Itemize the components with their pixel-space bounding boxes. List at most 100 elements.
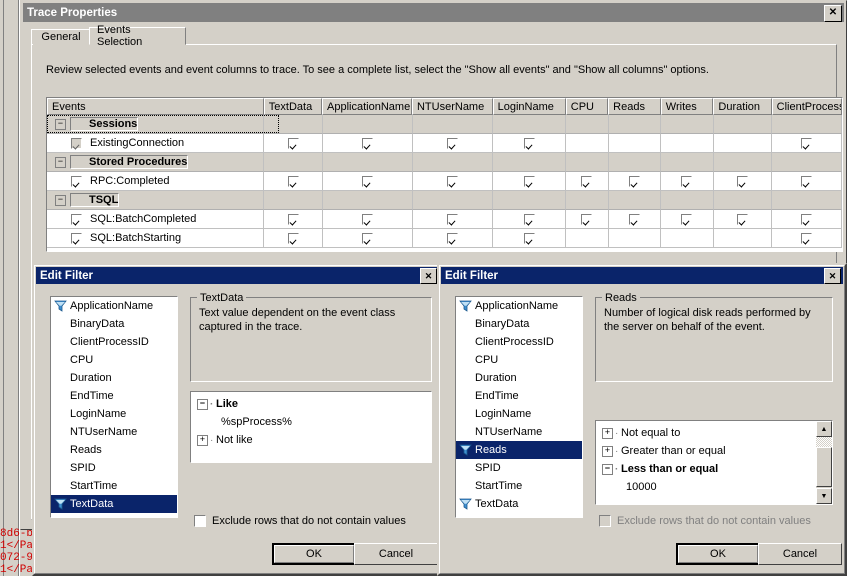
column-enabled-checkbox[interactable] [681, 175, 693, 187]
event-enabled-checkbox[interactable] [71, 175, 82, 187]
event-name-cell[interactable]: ExistingConnection [47, 134, 265, 153]
expand-icon[interactable]: + [602, 427, 613, 439]
expand-icon[interactable]: + [197, 434, 208, 446]
column-list-item-duration[interactable]: Duration [51, 369, 177, 387]
column-enabled-checkbox[interactable] [287, 175, 299, 187]
column-list-item-loginname[interactable]: LoginName [456, 405, 582, 423]
close-icon[interactable]: ✕ [824, 4, 842, 22]
event-column-cell[interactable] [608, 134, 662, 153]
event-enabled-checkbox[interactable] [71, 232, 82, 244]
expander-collapse-icon[interactable]: − [55, 118, 66, 130]
column-list-item-applicationname[interactable]: ApplicationName [456, 297, 582, 315]
tree-scrollbar-right[interactable]: ▲ ▼ [816, 421, 832, 504]
column-list-right[interactable]: ApplicationName BinaryData ClientProcessID… [455, 296, 583, 518]
close-icon[interactable]: ✕ [824, 268, 841, 284]
event-column-cell[interactable] [771, 134, 842, 153]
column-enabled-checkbox[interactable] [800, 137, 812, 149]
column-enabled-checkbox[interactable] [446, 213, 458, 225]
column-list-item-starttime[interactable]: StartTime [51, 477, 177, 495]
column-list-item-loginname[interactable]: LoginName [51, 405, 177, 423]
event-column-cell[interactable] [771, 172, 842, 191]
event-column-cell[interactable] [493, 172, 567, 191]
event-column-cell[interactable] [713, 210, 772, 229]
tab-events-selection[interactable]: Events Selection [89, 24, 186, 48]
event-column-cell[interactable] [264, 210, 323, 229]
grid-column-header-loginname[interactable]: LoginName [492, 98, 566, 115]
event-column-cell[interactable] [608, 229, 662, 248]
column-enabled-checkbox[interactable] [287, 232, 299, 244]
tab-general[interactable]: General [31, 29, 91, 45]
event-column-cell[interactable] [566, 134, 609, 153]
event-name-cell[interactable]: − Sessions [47, 115, 265, 134]
column-list-item-applicationname[interactable]: ApplicationName [51, 297, 177, 315]
tree-node-operator[interactable]: − · Less than or equal [596, 460, 832, 478]
event-column-cell[interactable] [322, 172, 413, 191]
collapse-icon[interactable]: − [197, 398, 208, 410]
column-list-item-writes[interactable]: Writes [456, 513, 582, 517]
filter-condition-tree-right[interactable]: + · Not equal to + · Greater than or equal − · L… [595, 420, 833, 505]
column-enabled-checkbox[interactable] [287, 213, 299, 225]
column-list-item-clientprocessid[interactable]: ClientProcessID [51, 333, 177, 351]
column-list-item-endtime[interactable]: EndTime [456, 387, 582, 405]
column-list-item-textdata[interactable]: TextData [456, 495, 582, 513]
event-column-cell[interactable] [713, 229, 772, 248]
event-column-cell[interactable] [608, 172, 662, 191]
event-name-cell[interactable]: RPC:Completed [47, 172, 265, 191]
event-name-cell[interactable]: SQL:BatchCompleted [47, 210, 265, 229]
event-column-cell[interactable] [412, 229, 494, 248]
expand-icon[interactable]: + [602, 445, 613, 457]
event-column-cell[interactable] [566, 229, 609, 248]
expander-collapse-icon[interactable]: − [55, 156, 66, 168]
column-enabled-checkbox[interactable] [581, 213, 593, 225]
column-enabled-checkbox[interactable] [523, 137, 535, 149]
column-list-item-reads[interactable]: Reads [456, 441, 582, 459]
event-column-cell[interactable] [493, 210, 567, 229]
ok-button-right[interactable]: OK [676, 543, 760, 565]
column-list-item-duration[interactable]: Duration [456, 369, 582, 387]
exclude-rows-checkbox-left[interactable]: Exclude rows that do not contain values [194, 515, 406, 527]
event-enabled-checkbox[interactable] [71, 213, 82, 225]
column-enabled-checkbox[interactable] [800, 175, 812, 187]
collapse-icon[interactable]: − [602, 463, 613, 475]
event-column-cell[interactable] [493, 134, 567, 153]
column-list-item-binarydata[interactable]: BinaryData [456, 315, 582, 333]
scroll-down-button-right[interactable]: ▼ [816, 488, 832, 504]
event-column-cell[interactable] [412, 134, 494, 153]
grid-column-header-ntusername[interactable]: NTUserName [411, 98, 493, 115]
event-column-cell[interactable] [661, 229, 714, 248]
table-row[interactable]: − TSQL [47, 191, 842, 210]
event-column-cell[interactable] [608, 210, 662, 229]
event-column-cell[interactable] [264, 172, 323, 191]
expander-collapse-icon[interactable]: − [55, 194, 66, 206]
event-column-cell[interactable] [264, 134, 323, 153]
column-list-item-spid[interactable]: SPID [456, 459, 582, 477]
column-enabled-checkbox[interactable] [446, 232, 458, 244]
filter-condition-tree-left[interactable]: − · Like %spProcess% + · Not like [190, 391, 432, 463]
event-column-cell[interactable] [412, 210, 494, 229]
column-list-item-spid[interactable]: SPID [51, 459, 177, 477]
column-list-item-ntusername[interactable]: NTUserName [456, 423, 582, 441]
column-enabled-checkbox[interactable] [628, 213, 640, 225]
tree-node-operator[interactable]: + · Not like [191, 431, 431, 449]
column-enabled-checkbox[interactable] [523, 232, 535, 244]
column-enabled-checkbox[interactable] [523, 175, 535, 187]
grid-column-header-reads[interactable]: Reads [608, 98, 661, 115]
table-row[interactable]: SQL:BatchCompleted [47, 210, 842, 229]
column-list-item-cpu[interactable]: CPU [51, 351, 177, 369]
column-enabled-checkbox[interactable] [446, 175, 458, 187]
column-enabled-checkbox[interactable] [581, 175, 593, 187]
column-list-item-reads[interactable]: Reads [51, 441, 177, 459]
column-list-item-cpu[interactable]: CPU [456, 351, 582, 369]
table-row[interactable]: ExistingConnection [47, 134, 842, 153]
scroll-thumb-right[interactable] [816, 447, 832, 487]
event-column-cell[interactable] [713, 134, 772, 153]
scroll-track-upper-right[interactable] [816, 437, 832, 447]
column-list-item-clientprocessid[interactable]: ClientProcessID [456, 333, 582, 351]
column-list-left[interactable]: ApplicationName BinaryData ClientProcessID… [50, 296, 178, 518]
column-enabled-checkbox[interactable] [361, 137, 373, 149]
cancel-button-left[interactable]: Cancel [354, 543, 438, 565]
scroll-up-button-right[interactable]: ▲ [816, 421, 832, 437]
table-row[interactable]: RPC:Completed [47, 172, 842, 191]
column-list-item-writes[interactable]: Writes [51, 513, 177, 517]
event-column-cell[interactable] [771, 229, 842, 248]
